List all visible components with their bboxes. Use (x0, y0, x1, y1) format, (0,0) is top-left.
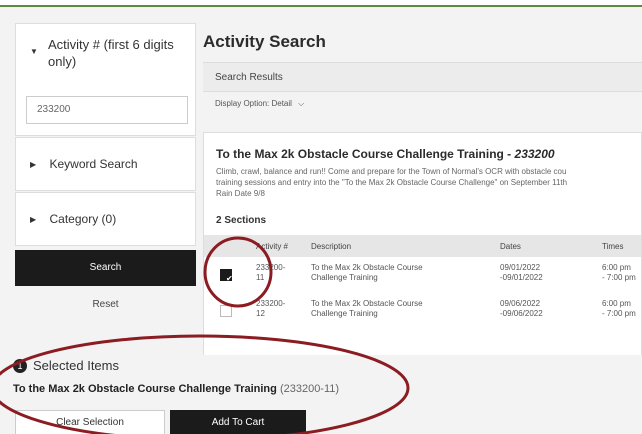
row-checkbox[interactable] (220, 305, 232, 317)
selected-items-heading: 1 Selected Items (13, 358, 119, 373)
keyword-search-label: Keyword Search (49, 157, 138, 171)
chevron-down-icon: ⌵ (298, 99, 305, 108)
description-line: training sessions and entry into the "To… (216, 178, 568, 187)
display-option-label: Display Option: (215, 99, 270, 108)
activity-number-filter: ▼ Activity # (first 6 digits only) 23320… (15, 23, 196, 136)
description-line: Climb, crawl, balance and run!! Come and… (216, 167, 567, 176)
row-dates: 09/01/2022 -09/01/2022 (500, 263, 543, 282)
caret-down-icon: ▼ (30, 47, 38, 56)
page-title: Activity Search (203, 32, 326, 51)
reset-button[interactable]: Reset (15, 292, 196, 318)
description-line: Rain Date 9/8 (216, 189, 265, 198)
row-dates: 09/06/2022 -09/06/2022 (500, 299, 543, 318)
keyword-search-filter[interactable]: ▶ Keyword Search (15, 137, 196, 191)
add-to-cart-button[interactable]: Add To Cart (170, 410, 306, 434)
table-row[interactable]: ✔ 233200- 11 To the Max 2k Obstacle Cours… (204, 260, 641, 294)
row-description: To the Max 2k Obstacle Course Challenge T… (311, 263, 423, 282)
category-filter[interactable]: ▶ Category (0) (15, 192, 196, 246)
activity-title-code: 233200 (514, 147, 555, 161)
header-dates: Dates (500, 242, 521, 251)
activity-description: Climb, crawl, balance and run!! Come and… (216, 166, 642, 199)
row-description: To the Max 2k Obstacle Course Challenge T… (311, 299, 423, 318)
row-times: 6:00 pm - 7:00 pm (602, 299, 636, 318)
sections-count: 2 Sections (216, 215, 267, 226)
activity-title[interactable]: To the Max 2k Obstacle Course Challenge … (216, 147, 555, 161)
header-activity: Activity # (256, 242, 289, 251)
selected-items-panel: 1 Selected Items To the Max 2k Obstacle C… (0, 355, 642, 434)
activity-number-label: Activity # (first 6 digits only) (48, 37, 174, 69)
activity-number-input[interactable]: 233200 (26, 96, 188, 124)
activity-number-toggle[interactable]: ▼ Activity # (first 6 digits only) (28, 36, 193, 70)
filter-panel: ▼ Activity # (first 6 digits only) 23320… (0, 12, 196, 352)
selected-items-title: Selected Items (33, 358, 119, 373)
activity-title-text: To the Max 2k Obstacle Course Challenge … (216, 147, 515, 161)
search-results-label: Search Results (215, 72, 283, 83)
clear-selection-button[interactable]: Clear Selection (15, 410, 165, 434)
search-button[interactable]: Search (15, 250, 196, 286)
header-times: Times (602, 242, 624, 251)
search-results-header: Search Results (203, 62, 642, 92)
category-label: Category (0) (49, 212, 117, 226)
row-checkbox-checked[interactable]: ✔ (220, 269, 233, 283)
selected-item: To the Max 2k Obstacle Course Challenge … (13, 383, 339, 395)
display-option-value: Detail (271, 99, 292, 108)
row-activity-number: 233200- 12 (256, 299, 286, 318)
caret-right-icon: ▶ (30, 215, 37, 224)
display-option-select[interactable]: Display Option: Detail ⌵ (215, 99, 304, 109)
header-description: Description (311, 242, 352, 251)
row-times: 6:00 pm - 7:00 pm (602, 263, 636, 282)
row-activity-number: 233200- 11 (256, 263, 286, 282)
selected-item-name: To the Max 2k Obstacle Course Challenge … (13, 383, 277, 395)
caret-right-icon: ▶ (30, 160, 37, 169)
selected-count-badge: 1 (13, 359, 27, 373)
table-row[interactable]: 233200- 12 To the Max 2k Obstacle Course C… (204, 296, 641, 330)
activity-card: To the Max 2k Obstacle Course Challenge … (203, 132, 642, 357)
sections-table-header: Activity # Description Dates Times (204, 235, 641, 257)
selected-item-code: (233200-11) (279, 383, 340, 395)
check-icon: ✔ (226, 274, 233, 283)
top-accent-bar (0, 0, 642, 7)
